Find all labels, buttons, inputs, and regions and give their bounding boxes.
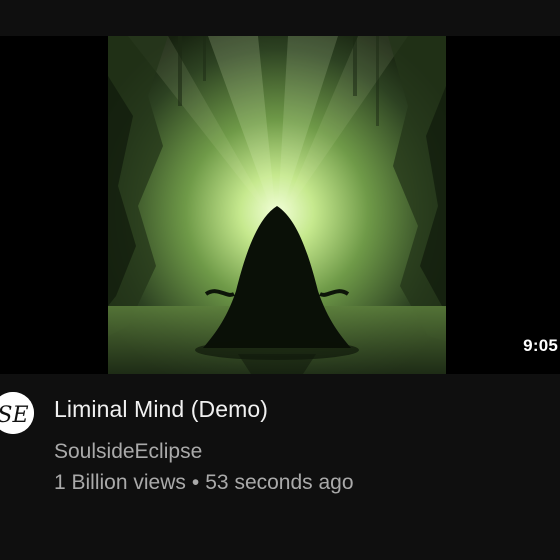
video-title[interactable]: Liminal Mind (Demo) bbox=[54, 396, 268, 423]
metadata-separator: • bbox=[191, 471, 200, 494]
channel-name[interactable]: SoulsideEclipse bbox=[54, 440, 202, 464]
video-metadata: 1 Billion views • 53 seconds ago bbox=[54, 471, 354, 495]
thumbnail-artwork bbox=[108, 36, 446, 374]
view-count: 1 Billion views bbox=[54, 471, 186, 494]
upload-age: 53 seconds ago bbox=[205, 471, 354, 494]
channel-avatar[interactable]: SE bbox=[0, 392, 34, 434]
video-duration-badge: 9:05 bbox=[523, 336, 558, 355]
video-thumbnail[interactable]: 9:05 bbox=[0, 36, 560, 374]
avatar-monogram: SE bbox=[0, 403, 29, 428]
video-card: 9:05 SE Liminal Mind (Demo) SoulsideEcli… bbox=[0, 0, 560, 560]
